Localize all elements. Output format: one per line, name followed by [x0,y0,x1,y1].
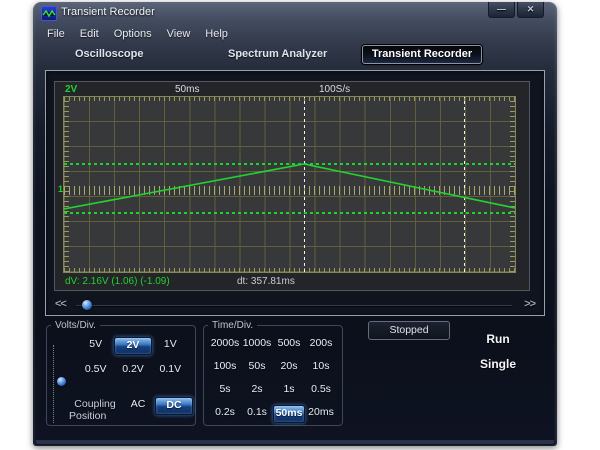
volts-per-div-label: 2V [65,84,77,95]
coupling-ac-button[interactable]: AC [121,397,155,413]
time-div-group: Time/Div. 2000s 1000s 500s 200s 100s 50s… [203,320,343,426]
time-option-0p1s[interactable]: 0.1s [241,405,273,421]
time-option-1000s[interactable]: 1000s [241,336,273,352]
position-slider-thumb[interactable] [57,377,66,386]
menu-item-view[interactable]: View [165,28,193,40]
time-option-5s[interactable]: 5s [209,382,241,398]
position-slider-track[interactable] [53,345,54,423]
volts-option-0p2v[interactable]: 0.2V [114,362,151,378]
scope-display: 2V 50ms 100S/s 1 dV: 2.16V (1.06) (-1.09… [54,81,530,291]
scroll-left-button[interactable]: << [55,298,66,310]
volts-div-legend: Volts/Div. [51,320,100,331]
scroll-track[interactable] [76,305,512,307]
cursor-voltage-readout: dV: 2.16V (1.06) (-1.09) [65,276,170,287]
run-button[interactable]: Run [463,332,533,346]
menu-item-file[interactable]: File [45,28,67,40]
waveform-path [64,164,515,209]
scope-scrollbar: << >> [46,297,544,313]
time-option-10s[interactable]: 10s [305,359,337,375]
window-bottom-edge [36,440,554,444]
volts-option-5v[interactable]: 5V [77,337,114,353]
app-window: Transient Recorder — ✕ File Edit Options… [33,2,557,446]
single-button[interactable]: Single [463,357,533,371]
volts-div-group: Volts/Div. 5V 2V 1V 0.5V 0.2V 0.1V Coupl… [46,320,196,426]
time-option-0p2s[interactable]: 0.2s [209,405,241,421]
time-div-legend: Time/Div. [208,320,257,331]
tab-bar: Oscilloscope Spectrum Analyzer Transient… [33,45,557,67]
minimize-button[interactable]: — [488,2,515,18]
time-option-2000s[interactable]: 2000s [209,336,241,352]
time-option-20s[interactable]: 20s [273,359,305,375]
channel-zero-label: 1 [56,184,63,194]
position-label: Position [69,410,106,422]
volts-option-1v[interactable]: 1V [152,337,189,353]
cursor-time-readout: dt: 357.81ms [237,276,295,287]
volts-option-0p5v[interactable]: 0.5V [77,362,114,378]
time-option-50ms[interactable]: 50ms [273,405,305,423]
time-option-500s[interactable]: 500s [273,336,305,352]
menu-item-options[interactable]: Options [112,28,154,40]
time-option-200s[interactable]: 200s [305,336,337,352]
time-option-100s[interactable]: 100s [209,359,241,375]
menubar: File Edit Options View Help [45,28,230,40]
transient-recorder-panel: 2V 50ms 100S/s 1 dV: 2.16V (1.06) (-1.09… [45,70,545,316]
tab-transient-recorder[interactable]: Transient Recorder [362,45,482,64]
app-icon [41,6,57,21]
titlebar[interactable]: Transient Recorder — ✕ [33,2,557,24]
time-option-1s[interactable]: 1s [273,382,305,398]
close-button[interactable]: ✕ [517,2,544,18]
waveform [64,97,515,272]
time-option-20ms[interactable]: 20ms [305,405,337,421]
volts-option-0p1v[interactable]: 0.1V [152,362,189,378]
time-option-50s[interactable]: 50s [241,359,273,375]
scroll-right-button[interactable]: >> [524,298,535,310]
volts-option-2v[interactable]: 2V [114,337,151,355]
sample-rate-label: 100S/s [319,84,350,95]
time-option-2s[interactable]: 2s [241,382,273,398]
tab-spectrum-analyzer[interactable]: Spectrum Analyzer [228,48,327,60]
time-option-0p5s[interactable]: 0.5s [305,382,337,398]
scope-plot[interactable]: 1 [63,96,516,273]
scroll-thumb[interactable] [82,300,92,310]
menu-item-edit[interactable]: Edit [78,28,101,40]
status-stopped-button[interactable]: Stopped [368,321,450,340]
menu-item-help[interactable]: Help [203,28,230,40]
time-per-div-label: 50ms [175,84,199,95]
tab-oscilloscope[interactable]: Oscilloscope [75,48,143,60]
window-title: Transient Recorder [61,6,155,18]
coupling-dc-button[interactable]: DC [155,397,193,415]
